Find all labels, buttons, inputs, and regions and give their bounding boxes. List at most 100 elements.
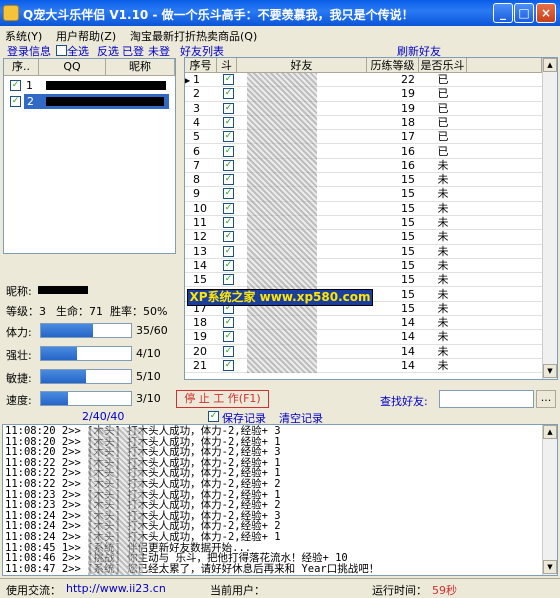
col-header-index[interactable]: 序..	[4, 59, 39, 76]
fight-checkbox[interactable]: ✓	[223, 317, 234, 329]
not-logged-link[interactable]: 未登	[148, 43, 170, 59]
speed-fill	[41, 392, 68, 405]
account-checkbox[interactable]: ✓	[10, 96, 21, 107]
fight-checkbox[interactable]: ✓	[223, 131, 234, 143]
friend-fought-status: 未	[437, 344, 449, 358]
friend-row[interactable]: 19 ✓ 14 未	[185, 330, 556, 345]
col-header-blank	[467, 58, 542, 73]
strength-bar	[40, 346, 132, 361]
fight-checkbox[interactable]: ✓	[223, 145, 234, 157]
invert-link[interactable]: 反选	[97, 43, 119, 59]
find-friend-button[interactable]: ...	[536, 390, 556, 408]
runtime-label: 运行时间：	[372, 584, 427, 597]
login-info-link[interactable]: 登录信息	[7, 43, 51, 59]
select-all-checkbox[interactable]	[56, 45, 67, 56]
log-scrollbar[interactable]: ▲ ▼	[542, 425, 557, 575]
status-bar: 使用交流： http://www.ii23.cn 当前用户： 运行时间： 59秒	[0, 578, 560, 597]
stop-work-button[interactable]: 停 止 工 作(F1)	[176, 390, 269, 408]
friend-number: 19	[193, 330, 207, 344]
friend-fought-status: 已	[437, 87, 449, 101]
maximize-button[interactable]: □	[514, 3, 534, 23]
friend-row[interactable]: 20 ✓ 14 未	[185, 345, 556, 359]
find-friend-input[interactable]	[439, 390, 534, 408]
friend-level: 19	[401, 101, 415, 115]
friend-row[interactable]: 12 ✓ 15 未	[185, 230, 556, 245]
fight-checkbox[interactable]: ✓	[223, 274, 234, 286]
friend-row[interactable]: 18 ✓ 14 未	[185, 316, 556, 331]
friend-row[interactable]: 2 ✓ 19 已	[185, 87, 556, 102]
friend-number: 7	[193, 158, 200, 172]
col-header-number[interactable]: 序号	[185, 58, 217, 73]
friend-row[interactable]: 3 ✓ 19 已	[185, 102, 556, 116]
scroll-down-icon[interactable]: ▼	[543, 364, 557, 378]
friend-row[interactable]: ▶ 1 ✓ 22 已	[184, 73, 556, 88]
friend-row[interactable]: 9 ✓ 15 未	[185, 187, 556, 202]
friend-fought-status: 未	[437, 158, 449, 172]
menu-help[interactable]: 用户帮助(Z)	[56, 28, 116, 44]
friend-row[interactable]: 4 ✓ 18 已	[185, 115, 556, 131]
col-header-nickname[interactable]: 昵称	[106, 59, 175, 76]
friend-row[interactable]: 5 ✓ 17 已	[185, 130, 556, 145]
friend-row[interactable]: 8 ✓ 15 未	[185, 173, 556, 188]
fight-checkbox[interactable]: ✓	[223, 259, 234, 271]
menu-taobao[interactable]: 淘宝最新打折热卖商品(Q)	[130, 28, 257, 44]
agility-value: 5/10	[136, 370, 161, 383]
log-count: 2/40/40	[82, 410, 125, 423]
fight-checkbox[interactable]: ✓	[223, 102, 234, 114]
friend-row[interactable]: 15 ✓ 15 未	[185, 273, 556, 288]
scroll-up-icon[interactable]: ▲	[543, 58, 557, 72]
close-button[interactable]: ×	[536, 3, 556, 23]
fight-checkbox[interactable]: ✓	[223, 202, 234, 214]
friend-row[interactable]: 14 ✓ 15 未	[185, 259, 556, 274]
runtime-value: 59秒	[432, 584, 457, 597]
friend-number: 2	[193, 87, 200, 101]
col-header-qq[interactable]: QQ	[39, 59, 106, 76]
fight-checkbox[interactable]: ✓	[223, 159, 234, 171]
scroll-down-icon[interactable]: ▼	[543, 560, 557, 574]
fight-checkbox[interactable]: ✓	[223, 231, 234, 243]
logged-link[interactable]: 已登	[122, 43, 144, 59]
friend-number: 1	[193, 73, 200, 86]
fight-checkbox[interactable]: ✓	[223, 345, 234, 357]
fight-checkbox[interactable]: ✓	[223, 116, 234, 128]
fight-checkbox[interactable]: ✓	[223, 360, 234, 371]
fight-checkbox[interactable]: ✓	[223, 174, 234, 186]
friends-scrollbar[interactable]: ▲ ▼	[542, 58, 557, 379]
fight-checkbox[interactable]: ✓	[223, 245, 234, 257]
fight-checkbox[interactable]: ✓	[223, 188, 234, 200]
col-header-level[interactable]: 历练等级	[367, 58, 419, 73]
speed-bar	[40, 391, 132, 406]
menu-system[interactable]: 系统(Y)	[5, 28, 42, 44]
account-checkbox[interactable]: ✓	[10, 80, 21, 91]
friend-row[interactable]: 10 ✓ 15 未	[185, 202, 556, 216]
col-header-status[interactable]: 是否乐斗	[419, 58, 467, 73]
friend-fought-status: 未	[437, 201, 449, 215]
fight-checkbox[interactable]: ✓	[223, 331, 234, 343]
friend-row[interactable]: 6 ✓ 16 已	[185, 145, 556, 159]
fight-checkbox[interactable]: ✓	[223, 217, 234, 228]
row-pointer-icon: ▶	[184, 76, 191, 85]
account-row-selected[interactable]: 2	[24, 94, 169, 109]
col-header-friend[interactable]: 好友	[237, 58, 367, 73]
friend-fought-status: 已	[437, 115, 449, 129]
stamina-value: 35/60	[136, 324, 168, 337]
friend-level: 15	[401, 273, 415, 287]
col-header-fight[interactable]: 斗	[217, 58, 237, 73]
save-log-checkbox[interactable]: ✓	[208, 411, 219, 422]
friend-row[interactable]: 7 ✓ 16 未	[185, 158, 556, 174]
friend-fought-status: 已	[437, 130, 449, 144]
nickname-label: 昵称:	[6, 285, 32, 298]
friend-number: 9	[193, 187, 200, 201]
account-row[interactable]: ✓ 1	[4, 78, 175, 93]
fight-checkbox[interactable]: ✓	[223, 88, 234, 100]
fight-checkbox[interactable]: ✓	[223, 74, 234, 85]
select-all[interactable]: 全选	[56, 43, 89, 59]
friend-row[interactable]: 13 ✓ 15 未	[185, 245, 556, 259]
friend-number: 4	[193, 115, 200, 129]
minimize-button[interactable]: _	[493, 3, 513, 23]
friend-fought-status: 未	[437, 230, 449, 244]
scroll-up-icon[interactable]: ▲	[543, 425, 557, 439]
friend-row[interactable]: 21 ✓ 14 未	[185, 359, 556, 374]
friend-row[interactable]: 11 ✓ 15 未	[185, 216, 556, 231]
site-link[interactable]: http://www.ii23.cn	[66, 582, 166, 595]
